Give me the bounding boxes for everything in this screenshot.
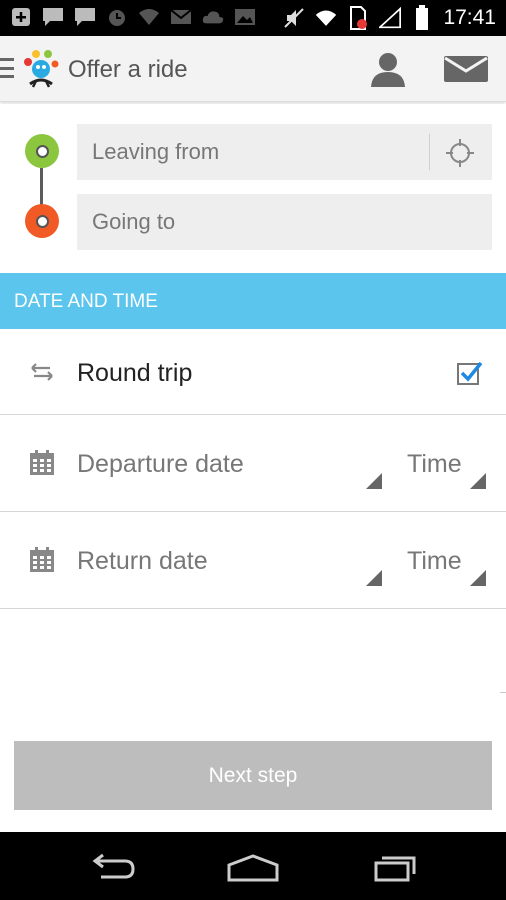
calendar-icon xyxy=(28,449,56,477)
return-time-picker[interactable]: Time xyxy=(407,547,462,575)
going-to-placeholder: Going to xyxy=(92,209,176,234)
clock: 17:41 xyxy=(443,6,496,29)
status-bar: 17:41 xyxy=(0,0,506,36)
page-title: Offer a ride xyxy=(68,56,188,83)
navigation-bar xyxy=(0,832,506,900)
round-trip-row[interactable]: Round trip xyxy=(0,330,506,415)
departure-row[interactable]: Departure date Time xyxy=(0,415,506,512)
battery-icon xyxy=(411,5,433,30)
route-section: Leaving from Going to xyxy=(0,104,506,272)
leaving-from-field[interactable]: Leaving from xyxy=(77,124,492,180)
wifi-lock-icon xyxy=(138,7,160,27)
destination-pin-icon xyxy=(25,204,59,238)
cloud-icon xyxy=(202,7,224,27)
wifi-icon xyxy=(315,8,337,28)
back-icon[interactable] xyxy=(82,850,142,886)
mail-icon xyxy=(170,7,192,27)
add-box-icon xyxy=(10,7,32,27)
dropdown-corner-icon xyxy=(366,570,382,586)
dropdown-corner-icon xyxy=(470,473,486,489)
dropdown-corner-icon xyxy=(366,473,382,489)
logo xyxy=(22,48,60,88)
alarm-icon xyxy=(106,7,128,27)
section-title: DATE AND TIME xyxy=(14,291,158,312)
mute-icon xyxy=(283,8,305,28)
next-step-button[interactable]: Next step xyxy=(14,741,492,810)
divider xyxy=(429,134,430,170)
departure-time-picker[interactable]: Time xyxy=(407,450,462,478)
date-time-header: DATE AND TIME xyxy=(0,273,506,329)
recent-apps-icon[interactable] xyxy=(364,850,424,886)
notification-icons xyxy=(10,7,256,27)
calendar-icon xyxy=(28,546,56,574)
profile-icon[interactable] xyxy=(368,50,408,88)
image-icon xyxy=(234,7,256,27)
home-icon[interactable] xyxy=(223,850,283,886)
chat-icon xyxy=(74,7,96,27)
going-to-field[interactable]: Going to xyxy=(77,194,492,250)
signal-icon xyxy=(379,6,402,29)
scroll-indicator xyxy=(500,692,506,693)
departure-date-picker[interactable]: Departure date xyxy=(77,450,244,478)
locate-icon[interactable] xyxy=(445,138,475,168)
round-trip-checkbox[interactable] xyxy=(457,360,483,386)
return-row[interactable]: Return date Time xyxy=(0,512,506,609)
next-step-label: Next step xyxy=(208,763,298,787)
mail-icon[interactable] xyxy=(442,54,490,84)
leaving-from-placeholder: Leaving from xyxy=(92,139,220,164)
swap-arrows-icon xyxy=(28,358,56,386)
return-date-picker[interactable]: Return date xyxy=(77,547,208,575)
menu-icon[interactable] xyxy=(0,58,14,78)
system-icons: 17:41 xyxy=(283,5,496,31)
round-trip-label: Round trip xyxy=(77,359,193,387)
app-bar: Offer a ride xyxy=(0,36,506,102)
sim-error-icon xyxy=(347,6,369,30)
origin-pin-icon xyxy=(25,134,59,168)
dropdown-corner-icon xyxy=(470,570,486,586)
chat-icon xyxy=(42,7,64,27)
